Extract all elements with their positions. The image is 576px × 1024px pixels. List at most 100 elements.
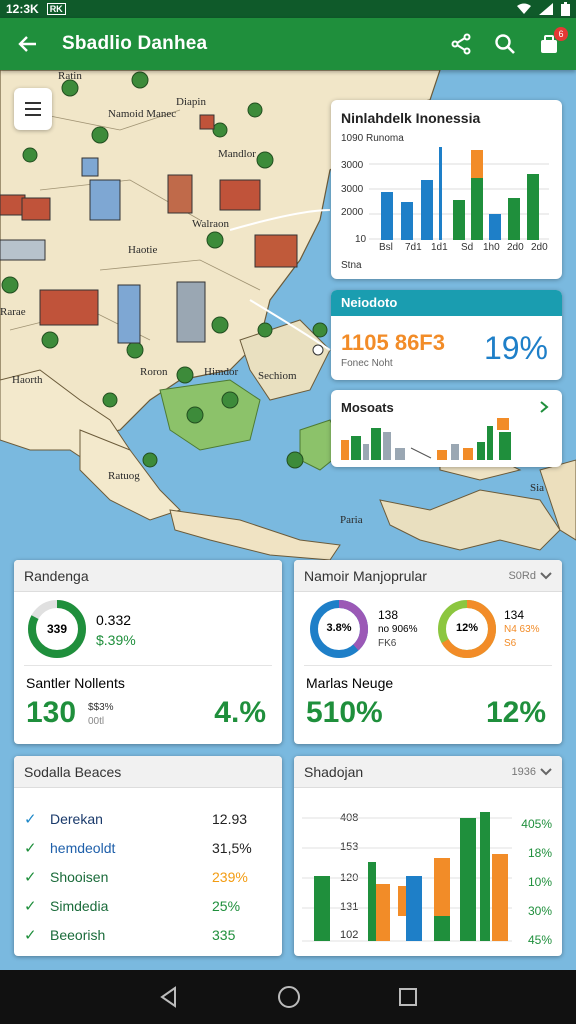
left-panel-header: Randenga [14,560,282,592]
markets-title: Mosoats [341,400,394,415]
notifications-icon[interactable]: 6 [536,27,568,57]
chart-bar [460,818,476,941]
stats-card[interactable]: Neiodoto 1105 86F3 Fonec Noht 19% [331,290,562,380]
x-label: 2d0 [531,242,548,253]
list-item-value: 239% [212,868,248,885]
chart-bar [463,448,473,460]
x-label: Bsl [379,242,393,253]
list-item[interactable]: ✓ Beeorish 335 [24,920,272,949]
chart-bar [451,444,459,460]
right-stats-panel[interactable]: Namoir Manjoprular S0Rd 3.8% 138 no 906%… [294,560,562,744]
y-tick: 3000 [341,160,364,171]
chart-bar [471,178,483,240]
ring2-bot: S6 [504,638,517,649]
figure-2: $.39% [96,632,136,648]
chart-bar [371,428,381,460]
x-label: 7d1 [405,242,422,253]
back-arrow-icon[interactable] [14,31,40,57]
list-panel-title: Sodalla Beaces [24,763,122,780]
right-label: 18% [527,846,552,860]
chart-bar [487,426,493,460]
left-small-2: 00tl [88,716,105,727]
map-label: Namoid Manec [108,108,177,120]
region-card-title: Ninlahdelk Inonessia [341,110,481,126]
chart-bar [480,812,490,941]
chart-bar [492,854,508,941]
chart-bar [489,214,501,240]
chart-bar [477,442,485,460]
y-tick: 10 [355,234,367,245]
figure-1: 0.332 [96,612,132,628]
home-nav-icon[interactable] [277,985,301,1009]
stats-sublabel: Fonec Noht [341,358,393,369]
chart-bar [434,916,450,941]
chevron-down-icon [540,767,552,775]
map-label: Himdor [204,366,239,378]
chart-bar [314,876,330,941]
markets-sparkline [341,418,511,460]
chart-panel-filter: 1936 [511,765,536,778]
status-time: 12:3K [6,2,39,16]
right-label: 10% [527,875,552,889]
right-panel-dropdown[interactable]: S0Rd [508,570,552,582]
right-labels: 405% 18% 10% 30% 45% [521,810,552,955]
markets-card[interactable]: Mosoats [331,390,562,467]
recents-nav-icon[interactable] [398,987,418,1007]
check-icon: ✓ [24,839,37,857]
left-subheader: Santler Nollents [26,675,125,691]
right-panel-filter: S0Rd [508,569,536,582]
chevron-right-icon[interactable] [538,400,550,414]
check-icon: ✓ [24,926,37,944]
list-item-name: Beeorish [50,926,106,943]
share-icon[interactable] [448,31,474,57]
chart-panel-bars [302,812,512,942]
left-stats-panel[interactable]: Randenga 339 0.332 $.39% Santler Nollent… [14,560,282,744]
chart-bar [499,432,511,460]
divider [24,665,272,666]
system-nav-bar [0,970,576,1024]
list-item-value: 25% [212,897,241,914]
chart-bar [363,444,369,460]
back-nav-icon[interactable] [158,986,180,1008]
y-tick: 3000 [341,184,364,195]
chart-panel-title: Shadojan [304,763,364,780]
left-big-value-2: 4.% [214,696,266,729]
ring1-mid: no 906% [378,624,418,635]
list-item[interactable]: ✓ hemdeoldt 31,5% [24,833,272,862]
right-panel-header: Namoir Manjoprular S0Rd [294,560,562,592]
region-chart-card[interactable]: Ninlahdelk Inonessia 1090 Runoma 3000 30… [331,100,562,279]
chart-bar [381,192,393,240]
chart-bar [406,876,422,941]
list-item[interactable]: ✓ Shooisen 239% [24,862,272,891]
map-label: Sia [530,482,545,494]
chart-bar [368,862,376,941]
chart-bar [527,174,539,240]
menu-button[interactable] [14,88,52,130]
signal-icon [539,3,553,15]
ring-value: 3.8% [326,622,352,634]
chart-panel[interactable]: Shadojan 1936 408 153 120 131 102 405% 1… [294,756,562,956]
list-panel[interactable]: Sodalla Beaces ✓ Derekan 12.93 ✓ hemdeoldt 3… [14,756,282,956]
right-big-value-2: 12% [485,696,546,729]
status-notification-icon: RK [46,3,66,15]
list-item-name: Shooisen [50,868,109,885]
map-label: Sechiom [258,370,297,382]
chart-bar [508,198,520,240]
x-label: 1h0 [483,242,500,253]
left-big-value-1: 130 [26,696,77,729]
chart-panel-dropdown[interactable]: 1936 [512,766,552,778]
map-label: Ratuog [108,470,140,482]
check-icon: ✓ [24,897,37,915]
search-icon[interactable] [492,31,518,57]
region-legend-label: 1090 Runoma [341,133,404,144]
status-bar: 12:3K RK [0,0,576,18]
chart-bar [398,886,406,916]
map-label: Mandlor [218,148,256,160]
check-icon: ✓ [24,868,37,886]
x-label: Sd [461,242,474,253]
chart-bar [351,436,361,460]
chart-bar [439,147,442,240]
list-item[interactable]: ✓ Simdedia 25% [24,891,272,920]
map-label: Diapin [176,96,206,108]
list-item[interactable]: ✓ Derekan 12.93 [24,804,272,833]
